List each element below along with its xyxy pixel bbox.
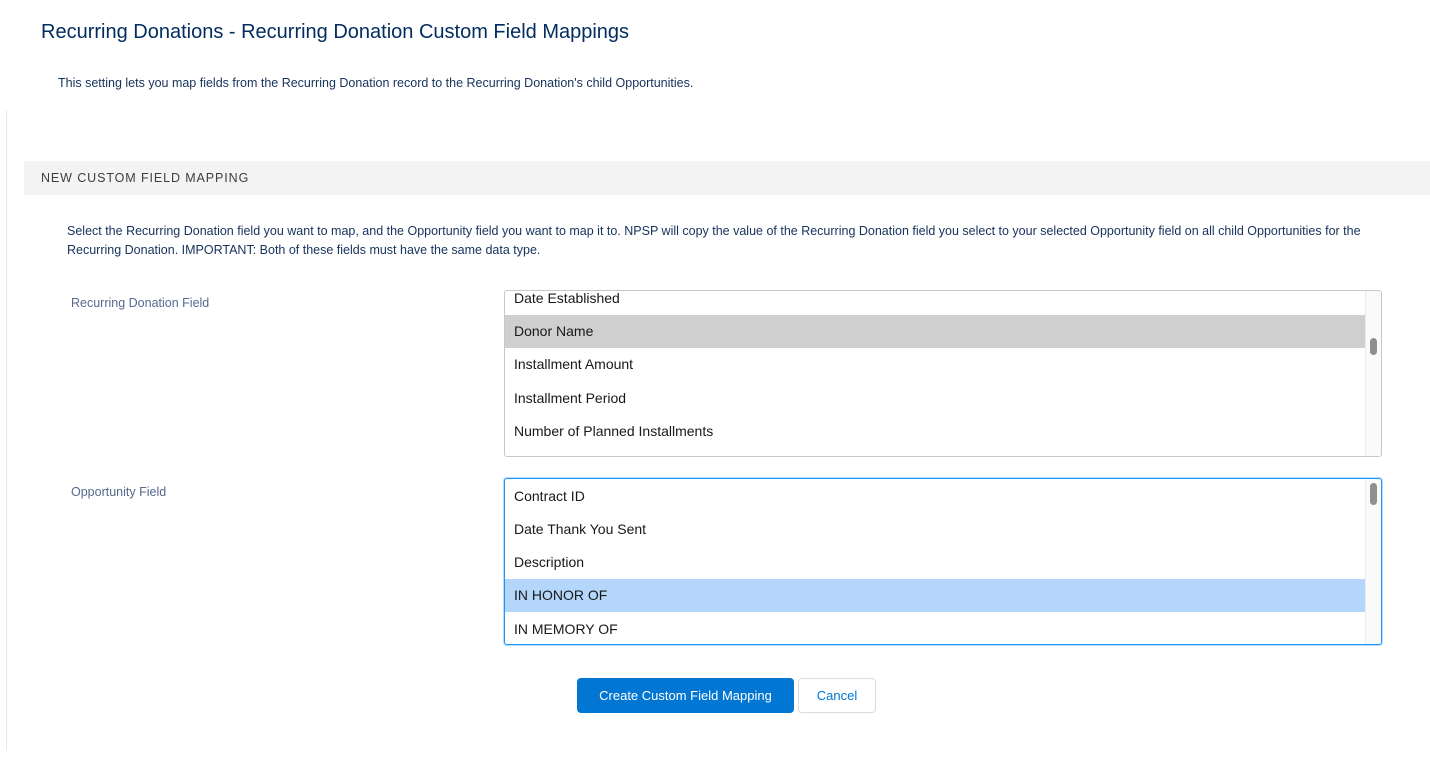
listbox-option-description[interactable]: Description [505,546,1367,579]
recurring-donation-field-scrollbar[interactable] [1365,291,1381,456]
create-custom-field-mapping-button[interactable]: Create Custom Field Mapping [577,678,794,713]
page-title: Recurring Donations - Recurring Donation… [41,21,630,43]
mapping-instructions: Select the Recurring Donation field you … [67,224,1361,257]
listbox-option-in-honor-of[interactable]: IN HONOR OF [505,579,1367,612]
custom-field-mapping-page: Recurring Donations - Recurring Donation… [0,0,1430,770]
listbox-option-date-established[interactable]: Date Established [505,291,1367,315]
recurring-donation-field-scroll-thumb[interactable] [1370,338,1377,355]
section-header-label: NEW CUSTOM FIELD MAPPING [41,171,250,185]
page-description: This setting lets you map fields from th… [58,76,694,90]
listbox-option-donor-name[interactable]: Donor Name [505,315,1367,348]
listbox-option-contract-id[interactable]: Contract ID [505,480,1367,513]
listbox-option-number-of-planned-installments[interactable]: Number of Planned Installments [505,415,1367,448]
listbox-option-date-thank-you-sent[interactable]: Date Thank You Sent [505,513,1367,546]
listbox-option-in-memory-of[interactable]: IN MEMORY OF [505,613,1367,644]
left-divider [6,110,7,750]
section-header: NEW CUSTOM FIELD MAPPING [24,161,1430,195]
recurring-donation-field-label: Recurring Donation Field [71,296,210,310]
listbox-option-installment-period[interactable]: Installment Period [505,382,1367,415]
recurring-donation-field-listbox[interactable]: Date Established Donor Name Installment … [504,290,1382,457]
cancel-button[interactable]: Cancel [798,678,876,713]
opportunity-field-listbox[interactable]: Contract ID Date Thank You Sent Descript… [504,478,1382,645]
opportunity-field-label: Opportunity Field [71,485,167,499]
opportunity-field-scroll-thumb[interactable] [1370,483,1377,505]
opportunity-field-scrollbar[interactable] [1365,479,1381,644]
listbox-option-installment-amount[interactable]: Installment Amount [505,348,1367,381]
